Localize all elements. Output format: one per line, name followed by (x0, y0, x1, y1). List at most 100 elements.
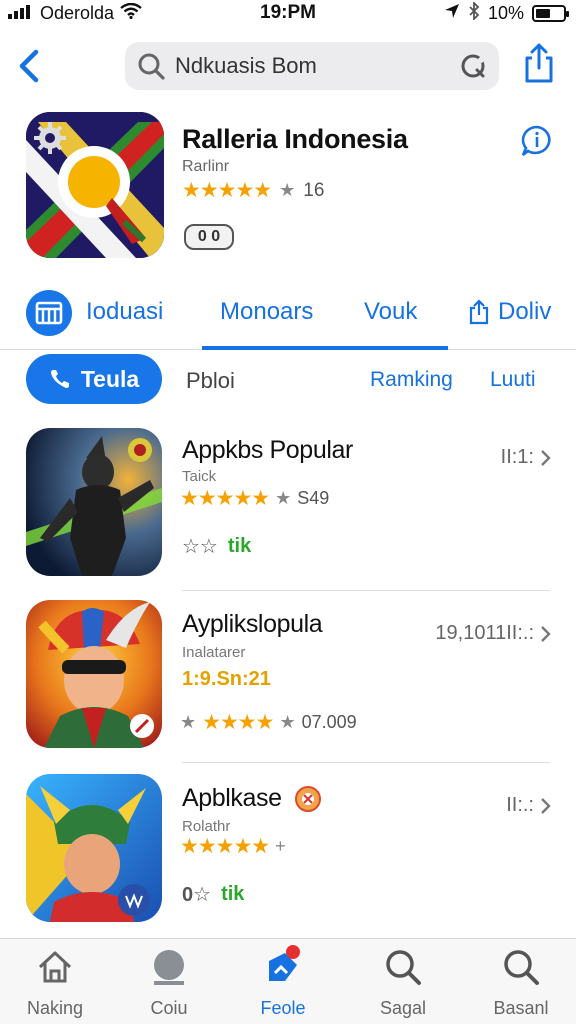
tab-doliv[interactable]: Doliv (468, 298, 551, 326)
star-rating-icon: ★★★★★ (180, 835, 270, 858)
star-rating-icon: ★★★★★ (182, 179, 272, 202)
green-tag: tik (227, 535, 252, 557)
refresh-icon[interactable] (459, 52, 487, 85)
bluetooth-icon (468, 0, 480, 25)
grid-icon (35, 301, 63, 325)
divider (182, 590, 550, 591)
status-bar: Oderolda 19:PM 10% (0, 0, 576, 26)
battery-percent: 10% (487, 3, 524, 23)
share-icon (525, 43, 553, 83)
info-button[interactable] (520, 124, 554, 163)
segment-tabs: Ioduasi Monoars Vouk Doliv (0, 286, 576, 350)
outline-star-icon: ☆☆ (182, 536, 218, 558)
tabbar-item-sagal[interactable]: Sagal (348, 947, 458, 1019)
divider (182, 762, 550, 763)
chevron-right-icon (541, 797, 551, 814)
tab-doliv-label: Doliv (498, 298, 552, 325)
tabbar-label: Sagal (379, 998, 427, 1018)
notification-badge (286, 945, 300, 959)
filter-pbloi[interactable]: Pbloi (186, 368, 235, 394)
active-tab-indicator (202, 346, 448, 350)
search-bar[interactable] (125, 42, 499, 90)
home-icon (38, 951, 72, 983)
tabbar-item-coiu[interactable]: Coiu (114, 947, 224, 1019)
search-icon (504, 950, 539, 985)
filter-active-label: Teula (80, 365, 140, 392)
list-item[interactable]: Appkbs Popular Taick ★★★★★ ★ S49 ☆☆ tik I… (0, 428, 576, 591)
app-title: Ralleria Indonesia (182, 124, 408, 154)
list-item-subtitle: Taick (182, 468, 217, 485)
chevron-right-icon (541, 449, 551, 466)
green-tag: tik (221, 883, 245, 905)
list-item-title: Ayplikslopula (182, 610, 323, 638)
share-button[interactable] (522, 42, 556, 89)
list-item-price: 1:9.Sn:21 (182, 668, 271, 690)
list-item-meta-text: II:.: (506, 794, 534, 816)
star-rating-icon: ★★★★★ (180, 487, 270, 510)
half-star-icon: ★ (180, 712, 197, 732)
list-item-rating: ★★★★★ + (180, 834, 286, 859)
list-item-title: Apblkase (182, 784, 282, 812)
search-icon (386, 950, 421, 985)
tabbar-item-basanl[interactable]: Basanl (466, 947, 576, 1019)
rating-count: 07.009 (301, 712, 357, 732)
tab-vouk[interactable]: Vouk (364, 298, 417, 326)
list-item-subtitle: Rolathr (182, 818, 231, 835)
tabbar-label: Naking (26, 998, 84, 1018)
tab-ioduasi[interactable]: Ioduasi (86, 298, 163, 326)
filter-row: Teula Pbloi Ramking Luuti (0, 354, 576, 406)
plus-icon: + (275, 836, 286, 856)
rating-count: S49 (297, 488, 330, 508)
app-icon[interactable] (26, 112, 164, 258)
search-input[interactable] (175, 50, 445, 82)
tabbar-label: Basanl (493, 998, 549, 1018)
tab-monoars[interactable]: Monoars (220, 298, 313, 326)
share-icon (469, 299, 489, 325)
list-item-rating: ★ ★★★★ ★ 07.009 (180, 710, 357, 735)
nav-bar (0, 38, 576, 94)
app-rating: ★★★★★ ★ 16 (182, 178, 324, 203)
alert-badge-icon (294, 785, 321, 812)
list-item-meta: II:1: (501, 446, 552, 469)
profile-icon (154, 950, 184, 985)
filter-ranking[interactable]: Ramking (370, 368, 453, 392)
star-rating-icon: ★★★★ (202, 711, 274, 734)
app-icon (26, 774, 162, 922)
tabbar-label: Feole (260, 998, 306, 1018)
list-item-tags: ☆☆ tik (182, 534, 251, 559)
list-item-meta: 19,1011II:.: (435, 622, 552, 645)
chevron-left-icon (19, 49, 39, 83)
tabbar-item-feole[interactable]: Feole (228, 945, 338, 1019)
list-item-meta: II:.: (506, 794, 552, 817)
search-icon (137, 52, 165, 85)
half-star-icon: ★ (275, 488, 292, 508)
list-item-subtitle: Inalatarer (182, 644, 246, 661)
rating-count: 16 (303, 179, 325, 201)
badge-icon: 0☆ (182, 884, 212, 906)
phone-icon (50, 370, 69, 388)
list-item-meta-text: II:1: (500, 446, 534, 468)
status-right: 10% (444, 0, 569, 25)
app-badge: 0 0 (184, 224, 234, 250)
filter-last[interactable]: Luuti (490, 368, 536, 392)
battery-icon (532, 5, 569, 22)
list-item[interactable]: Ayplikslopula Inalatarer 1:9.Sn:21 ★ ★★★★… (0, 600, 576, 763)
list-item-title-row: Apblkase (182, 784, 322, 813)
app-icon (26, 428, 162, 576)
tab-bar: Naking Coiu Feole Sagal Basanl (0, 938, 576, 1024)
tabbar-item-naking[interactable]: Naking (0, 947, 110, 1019)
tab-icon-button[interactable] (26, 290, 72, 336)
list-item-tags: 0☆ tik (182, 882, 244, 907)
chat-info-icon (521, 125, 551, 157)
app-developer: Rarlinr (182, 158, 230, 175)
filter-pill-active[interactable]: Teula (26, 354, 162, 404)
list-item[interactable]: Apblkase Rolathr ★★★★★ + 0☆ tik II:.: (0, 774, 576, 934)
location-icon (444, 3, 460, 24)
list-item-meta-text: 19,1011II:.: (435, 622, 534, 644)
app-header: Ralleria Indonesia Rarlinr ★★★★★ ★ 16 0 0 (0, 110, 576, 270)
tabbar-label: Coiu (150, 998, 188, 1018)
back-button[interactable] (14, 46, 44, 86)
chevron-right-icon (541, 625, 551, 642)
list-item-rating: ★★★★★ ★ S49 (180, 486, 329, 511)
half-star-icon: ★ (279, 180, 296, 200)
